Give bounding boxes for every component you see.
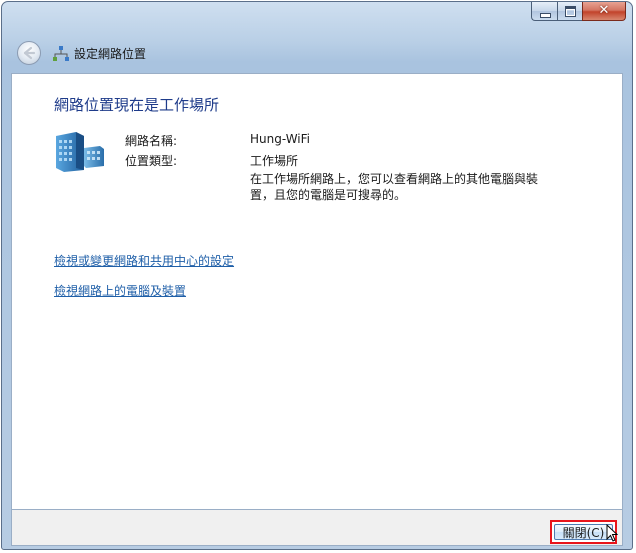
title-bar: ✕ xyxy=(2,2,632,32)
network-name-label: 網路名稱: xyxy=(125,134,178,148)
network-icon xyxy=(53,46,69,61)
maximize-icon xyxy=(565,6,576,17)
mouse-cursor-icon xyxy=(606,524,618,542)
content-panel: 網路位置現在是工作場所 網路名稱: Hung-WiFi 位置類型: 工作場所 在… xyxy=(11,73,623,510)
page-title: 網路位置現在是工作場所 xyxy=(54,96,220,114)
window-frame: ✕ 設定網路位置 網路位置現在是工作場所 網路名稱: Hung-WiFi 位置類… xyxy=(1,1,633,550)
location-description: 在工作場所網路上，您可以查看網路上的其他電腦與裝置，且您的電腦是可搜尋的。 xyxy=(250,172,539,202)
close-button-face: 關閉(C) xyxy=(554,524,613,540)
close-icon: ✕ xyxy=(598,3,610,18)
location-type-label: 位置類型: xyxy=(125,154,178,168)
back-arrow-icon xyxy=(23,46,36,60)
caption-buttons: ✕ xyxy=(531,2,626,22)
navigation-bar: 設定網路位置 xyxy=(2,32,632,72)
maximize-button[interactable] xyxy=(557,2,582,21)
minimize-button[interactable] xyxy=(531,2,557,21)
minimize-icon xyxy=(540,13,551,18)
work-network-icon xyxy=(56,132,104,172)
network-sharing-center-link[interactable]: 檢視或變更網路和共用中心的設定 xyxy=(54,252,234,269)
close-button[interactable]: 關閉(C) xyxy=(550,520,618,544)
close-window-button[interactable]: ✕ xyxy=(582,2,626,21)
location-type-value: 工作場所 xyxy=(250,154,299,168)
footer-bar: 關閉(C) xyxy=(11,510,623,546)
window-title: 設定網路位置 xyxy=(74,47,147,61)
view-network-computers-link[interactable]: 檢視網路上的電腦及裝置 xyxy=(54,282,186,299)
network-name-value: Hung-WiFi xyxy=(250,132,310,146)
back-button[interactable] xyxy=(17,41,41,65)
